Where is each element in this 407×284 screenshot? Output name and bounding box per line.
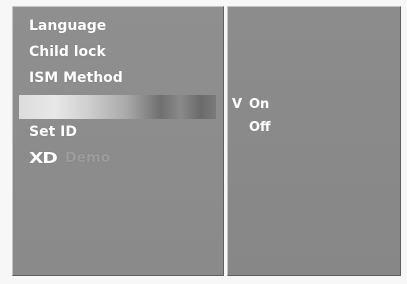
option-on[interactable]: On bbox=[249, 96, 269, 114]
menu-item-xd-demo[interactable]: XD Demo bbox=[19, 147, 216, 169]
main-menu-panel: Language Child lock ISM Method Set ID XD… bbox=[12, 6, 224, 276]
menu-item-ism-method[interactable]: ISM Method bbox=[19, 67, 216, 89]
menu-item-set-id[interactable]: Set ID bbox=[19, 121, 216, 143]
check-mark-icon: V bbox=[232, 97, 243, 112]
menu-item-highlighted[interactable] bbox=[19, 95, 216, 119]
menu-item-label: ISM Method bbox=[29, 70, 123, 86]
tv-osd-screen: Language Child lock ISM Method Set ID XD… bbox=[0, 0, 407, 284]
option-off[interactable]: Off bbox=[249, 119, 271, 137]
menu-item-label: Child lock bbox=[29, 44, 106, 60]
menu-item-label: Set ID bbox=[29, 124, 77, 140]
menu-item-language[interactable]: Language bbox=[19, 15, 216, 37]
xd-logo-icon: XD bbox=[29, 149, 58, 167]
submenu-panel: V On Off bbox=[227, 6, 401, 276]
menu-item-child-lock[interactable]: Child lock bbox=[19, 41, 216, 63]
menu-item-label: Demo bbox=[65, 150, 111, 166]
menu-item-label: Language bbox=[29, 18, 107, 34]
